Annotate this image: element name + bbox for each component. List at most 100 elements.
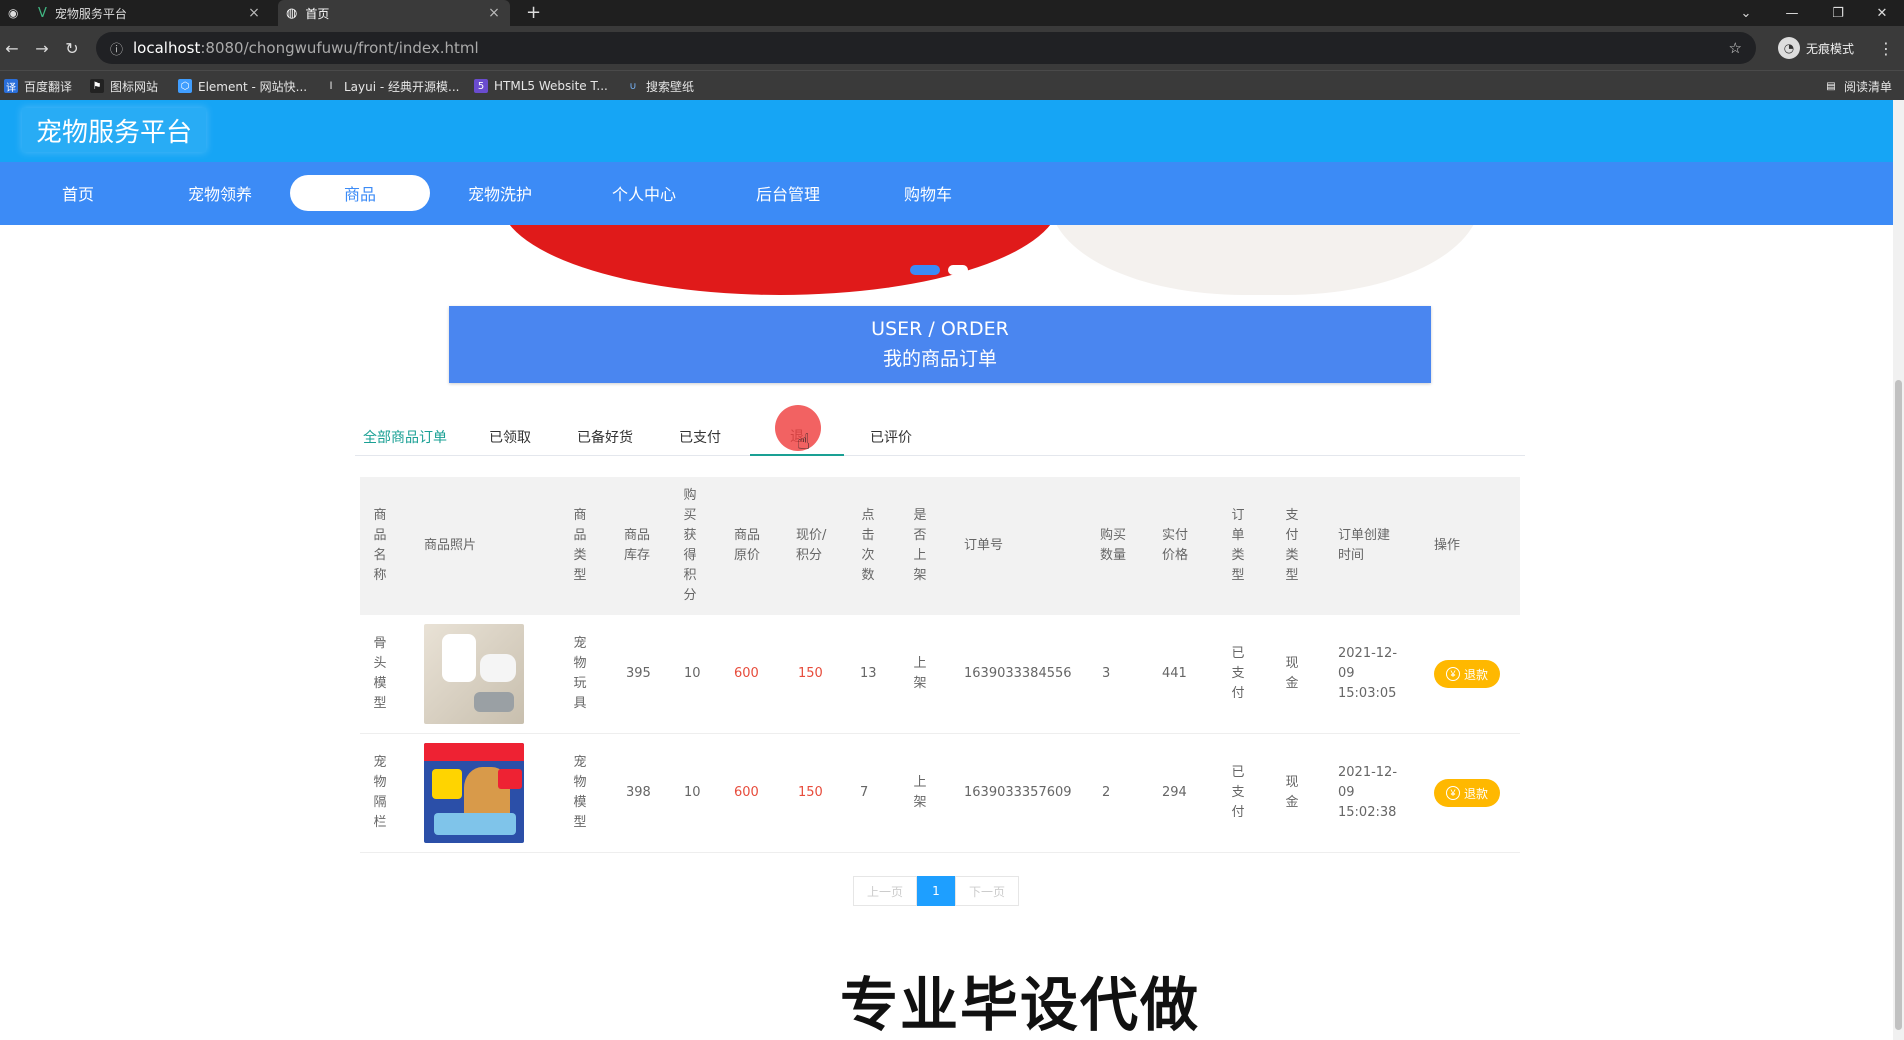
- tab-ready[interactable]: 已备好货: [577, 418, 633, 456]
- site-title: 宠物服务平台: [22, 108, 207, 152]
- nav-user-center[interactable]: 个人中心: [574, 175, 714, 211]
- restore-icon[interactable]: ❐: [1816, 0, 1860, 26]
- cell-pay-type: 现金: [1285, 656, 1299, 691]
- yen-icon: ¥: [1445, 786, 1460, 800]
- back-icon[interactable]: ←: [0, 36, 24, 60]
- bookmark-item[interactable]: ⬡ Element - 网站快...: [178, 77, 307, 95]
- forward-icon[interactable]: →: [30, 36, 54, 60]
- reading-list-icon: ▤: [1826, 80, 1836, 92]
- bookmark-item[interactable]: ⚑ 图标网站: [90, 77, 158, 95]
- col-header: 购买获得积分: [683, 488, 697, 603]
- carousel-dot-active[interactable]: [910, 265, 940, 275]
- carousel-banner: [0, 225, 1893, 295]
- cell-action: ¥ 退款: [1434, 615, 1500, 733]
- bookmark-item[interactable]: ∪ 搜索壁纸: [626, 77, 694, 95]
- nav-cart[interactable]: 购物车: [858, 175, 998, 211]
- order-section-title: USER / ORDER 我的商品订单: [449, 306, 1431, 383]
- cell-orig-price: 600: [734, 666, 759, 681]
- globe-icon: ◍: [286, 5, 298, 21]
- tab-title: 首页: [305, 6, 330, 21]
- cell-order-type: 已支付: [1231, 646, 1245, 701]
- col-header: 商品照片: [424, 538, 477, 553]
- nav-pet-grooming[interactable]: 宠物洗护: [430, 175, 570, 211]
- new-tab-button[interactable]: +: [526, 2, 541, 23]
- cell-order-no: 1639033384556: [964, 666, 1072, 681]
- page-1-button[interactable]: 1: [917, 876, 955, 906]
- html5-icon: 5: [474, 79, 488, 93]
- cell-stock: 395: [626, 666, 651, 681]
- orders-table: 商品名称 商品照片 商品类型 商品库存 购买获得积分 商品原价 现价/积分 点击…: [360, 477, 1520, 853]
- bookmark-label: 百度翻译: [24, 79, 73, 94]
- tab-all-orders[interactable]: 全部商品订单: [363, 418, 447, 456]
- cell-points: 10: [684, 785, 701, 800]
- cell-qty: 3: [1102, 666, 1111, 681]
- nav-pet-adoption[interactable]: 宠物领养: [150, 175, 290, 211]
- scrollbar-thumb[interactable]: [1895, 380, 1902, 1030]
- banner-image: [1050, 225, 1480, 295]
- tab-search-icon[interactable]: ⌄: [1724, 0, 1768, 26]
- col-header: 点击次数: [861, 508, 875, 583]
- col-header: 商品原价: [734, 528, 761, 563]
- pagination: 上一页 1 下一页: [853, 876, 1019, 906]
- refund-label: 退款: [1463, 667, 1488, 682]
- order-title-en: USER / ORDER: [871, 318, 1009, 340]
- table-header: 商品名称 商品照片 商品类型 商品库存 购买获得积分 商品原价 现价/积分 点击…: [360, 477, 1520, 615]
- translate-icon: 译: [4, 79, 18, 94]
- cell-type: 宠物玩具: [573, 636, 587, 711]
- site-header: 宠物服务平台: [0, 100, 1893, 162]
- vue-logo-icon: V: [38, 5, 47, 21]
- star-icon[interactable]: ☆: [1729, 39, 1742, 57]
- banner-image: [500, 225, 1060, 295]
- url-input[interactable]: ⓘ localhost:8080/chongwufuwu/front/index…: [96, 32, 1756, 64]
- cell-clicks: 13: [860, 666, 877, 681]
- col-header: 订单类型: [1231, 508, 1245, 583]
- prev-page-button[interactable]: 上一页: [853, 876, 917, 906]
- tab-paid[interactable]: 已支付: [679, 418, 721, 456]
- bookmark-label: HTML5 Website T...: [494, 79, 608, 93]
- product-photo[interactable]: [424, 615, 524, 733]
- incognito-label: 无痕模式: [1806, 41, 1855, 56]
- bookmark-item[interactable]: 译 百度翻译: [4, 77, 72, 95]
- address-bar-row: ← → ↻ ⓘ localhost:8080/chongwufuwu/front…: [0, 26, 1904, 70]
- url-host: localhost: [133, 39, 201, 57]
- kebab-menu-icon[interactable]: ⋮: [1874, 36, 1898, 60]
- tab-received[interactable]: 已领取: [489, 418, 531, 456]
- bookmark-item[interactable]: 5 HTML5 Website T...: [474, 77, 608, 95]
- close-icon[interactable]: ×: [486, 5, 502, 21]
- tab-reviewed[interactable]: 已评价: [870, 418, 912, 456]
- cell-on-shelf: 上架: [913, 775, 927, 810]
- col-header: 订单创建时间: [1338, 528, 1391, 563]
- reading-list[interactable]: ▤ 阅读清单: [1824, 77, 1892, 95]
- next-page-button[interactable]: 下一页: [955, 876, 1019, 906]
- refund-button[interactable]: ¥ 退款: [1434, 779, 1500, 807]
- nav-products[interactable]: 商品: [290, 175, 430, 211]
- table-row: 宠物隔栏 宠物模型 398 10 600 150 7 上架 1639033357…: [360, 734, 1520, 853]
- bookmark-label: 图标网站: [110, 79, 159, 94]
- reload-icon[interactable]: ↻: [60, 36, 84, 60]
- refund-button[interactable]: ¥ 退款: [1434, 660, 1500, 688]
- bookmark-label: Layui - 经典开源模...: [344, 79, 460, 94]
- main-nav: 首页 宠物领养 商品 宠物洗护 个人中心 后台管理 购物车: [0, 162, 1893, 225]
- product-photo[interactable]: [424, 734, 524, 852]
- info-icon: ⓘ: [110, 42, 124, 58]
- col-header: 现价/积分: [796, 528, 827, 563]
- col-header: 实付价格: [1162, 528, 1189, 563]
- window-close-icon[interactable]: ✕: [1860, 0, 1904, 26]
- col-header: 订单号: [964, 538, 1004, 553]
- cell-paid: 294: [1162, 785, 1187, 800]
- browser-menu-icon[interactable]: ◉: [0, 0, 28, 26]
- browser-tab-1[interactable]: V 宠物服务平台 ×: [30, 0, 270, 26]
- carousel-dot[interactable]: [948, 265, 968, 275]
- cell-on-shelf: 上架: [913, 656, 927, 691]
- page-scrollbar[interactable]: [1893, 100, 1904, 1040]
- close-icon[interactable]: ×: [246, 5, 262, 21]
- minimize-icon[interactable]: —: [1770, 0, 1814, 26]
- cell-created: 2021-12-09 15:03:05: [1338, 646, 1398, 701]
- bookmark-item[interactable]: l Layui - 经典开源模...: [324, 77, 460, 95]
- cell-paid: 441: [1162, 666, 1187, 681]
- nav-home[interactable]: 首页: [8, 175, 148, 211]
- browser-tab-2[interactable]: ◍ 首页 ×: [278, 0, 510, 26]
- bookmark-label: 搜索壁纸: [646, 79, 695, 94]
- nav-admin[interactable]: 后台管理: [718, 175, 858, 211]
- incognito-indicator[interactable]: ◔ 无痕模式: [1778, 35, 1854, 61]
